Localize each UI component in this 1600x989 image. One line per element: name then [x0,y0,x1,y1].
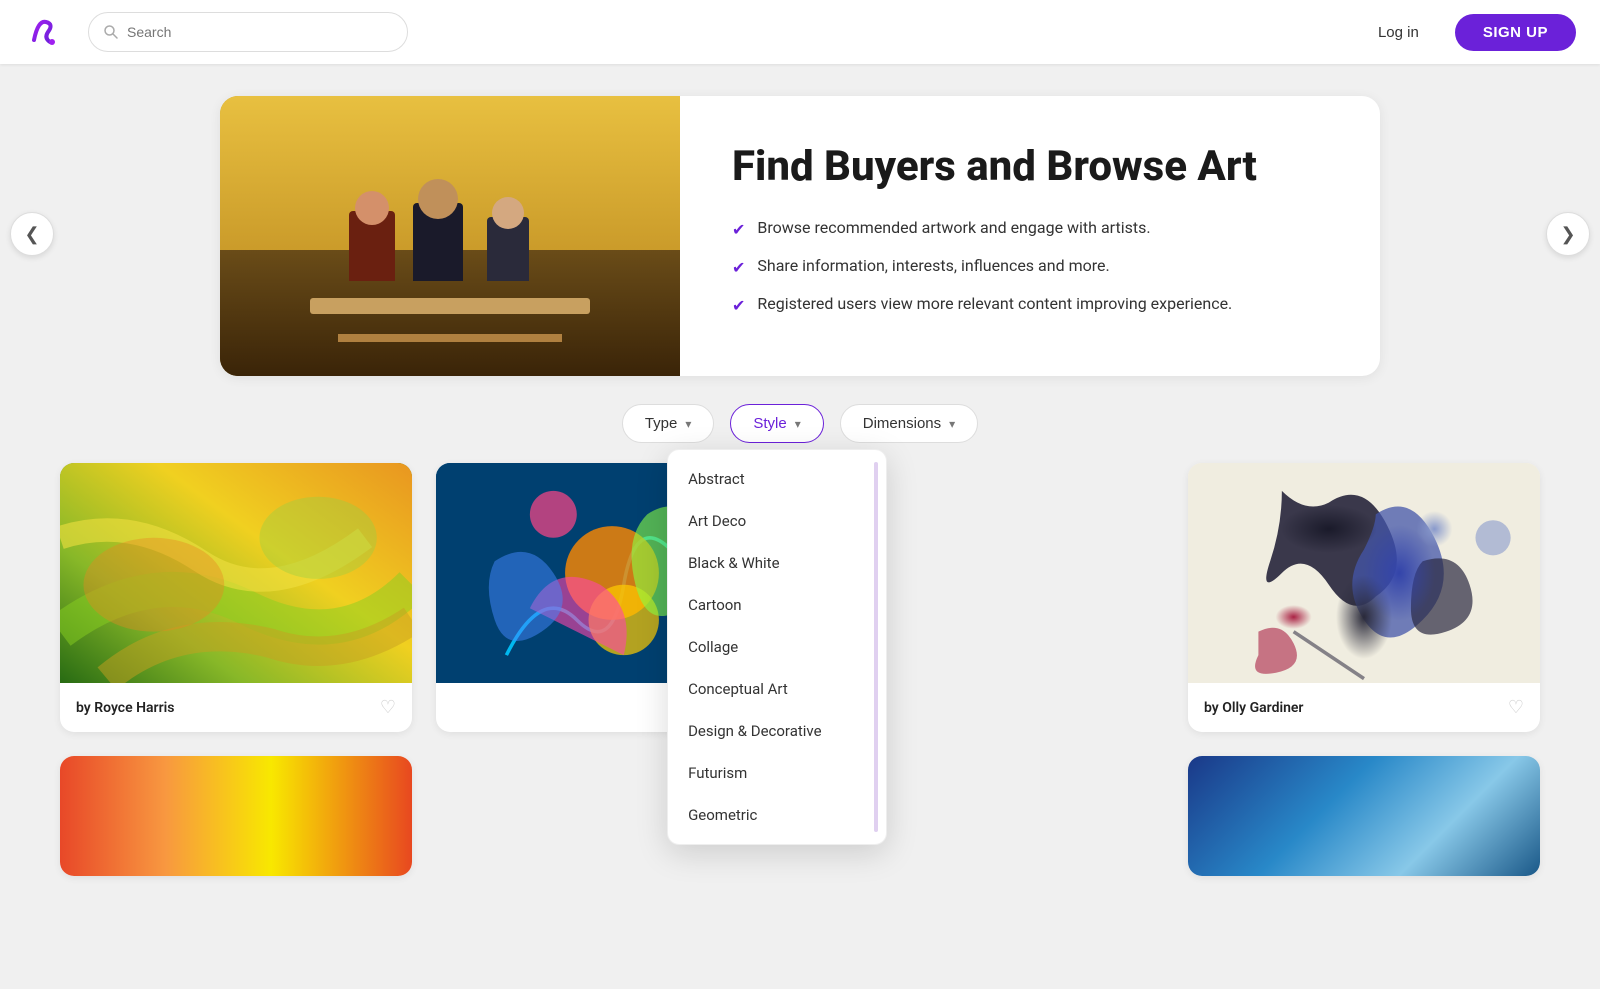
hero-bullet-text-1: Browse recommended artwork and engage wi… [757,216,1150,240]
signup-button[interactable]: SIGN UP [1455,14,1576,51]
type-filter-label: Type [645,415,678,432]
artist-name-1: Royce Harris [94,700,174,716]
style-filter-label: Style [753,415,786,432]
artwork-image-5 [60,756,412,876]
artist-by-label-1: by [76,700,94,716]
hero-bullet-text-3: Registered users view more relevant cont… [757,292,1232,316]
type-filter-button[interactable]: Type ▾ [622,404,715,443]
login-button[interactable]: Log in [1362,16,1435,49]
artwork-card-5 [60,756,412,876]
style-option-geometric[interactable]: Geometric [668,794,886,836]
dimensions-chevron-icon: ▾ [949,417,955,431]
hero-bullet-1: ✔ Browse recommended artwork and engage … [732,216,1257,242]
header: Log in SIGN UP [0,0,1600,64]
artwork-image-1 [60,463,412,683]
artwork-card-8 [1188,756,1540,876]
checkmark-icon-3: ✔ [732,294,745,318]
type-chevron-icon: ▾ [685,417,691,431]
style-filter-wrapper: Style ▾ Abstract Art Deco Black & White … [730,404,823,443]
hero-bullet-text-2: Share information, interests, influences… [757,254,1109,278]
search-icon [103,24,119,40]
search-bar [88,12,408,52]
style-chevron-icon: ▾ [795,417,801,431]
artwork-footer-1: by Royce Harris ♡ [60,683,412,732]
filters-row: Type ▾ Style ▾ Abstract Art Deco Black &… [0,404,1600,463]
artist-byline-4: by Olly Gardiner [1204,700,1303,716]
favorite-button-4[interactable]: ♡ [1508,697,1524,718]
style-option-black-white[interactable]: Black & White [668,542,886,584]
hero-title: Find Buyers and Browse Art [732,142,1257,192]
artwork-image-8 [1188,756,1540,876]
artwork-footer-4: by Olly Gardiner ♡ [1188,683,1540,732]
style-option-cartoon[interactable]: Cartoon [668,584,886,626]
logo[interactable] [24,10,68,54]
artist-name-4: Olly Gardiner [1222,700,1303,716]
chevron-right-icon: ❯ [1560,224,1575,245]
hero-card: Find Buyers and Browse Art ✔ Browse reco… [220,96,1380,376]
style-option-abstract[interactable]: Abstract [668,458,886,500]
favorite-button-1[interactable]: ♡ [380,697,396,718]
style-option-art-deco[interactable]: Art Deco [668,500,886,542]
hero-prev-button[interactable]: ❮ [10,212,54,256]
artwork-svg-1 [60,463,412,683]
dimensions-filter-button[interactable]: Dimensions ▾ [840,404,978,443]
chevron-left-icon: ❮ [24,224,39,245]
style-filter-button[interactable]: Style ▾ [730,404,823,443]
artwork-card-4: by Olly Gardiner ♡ [1188,463,1540,732]
checkmark-icon-1: ✔ [732,218,745,242]
style-option-futurism[interactable]: Futurism [668,752,886,794]
artwork-image-4 [1188,463,1540,683]
style-dropdown-menu: Abstract Art Deco Black & White Cartoon … [667,449,887,845]
hero-image [220,96,680,376]
style-option-conceptual-art[interactable]: Conceptual Art [668,668,886,710]
hero-next-button[interactable]: ❯ [1546,212,1590,256]
artwork-card-1: by Royce Harris ♡ [60,463,412,732]
hero-section: ❮ [0,64,1600,404]
dimensions-filter-label: Dimensions [863,415,941,432]
artist-by-label-4: by [1204,700,1222,716]
hero-bullet-2: ✔ Share information, interests, influenc… [732,254,1257,280]
hero-content: Find Buyers and Browse Art ✔ Browse reco… [680,96,1309,376]
style-option-design-decorative[interactable]: Design & Decorative [668,710,886,752]
style-option-collage[interactable]: Collage [668,626,886,668]
hero-bullet-3: ✔ Registered users view more relevant co… [732,292,1257,318]
checkmark-icon-2: ✔ [732,256,745,280]
search-input[interactable] [127,24,393,40]
artist-byline-1: by Royce Harris [76,700,174,716]
